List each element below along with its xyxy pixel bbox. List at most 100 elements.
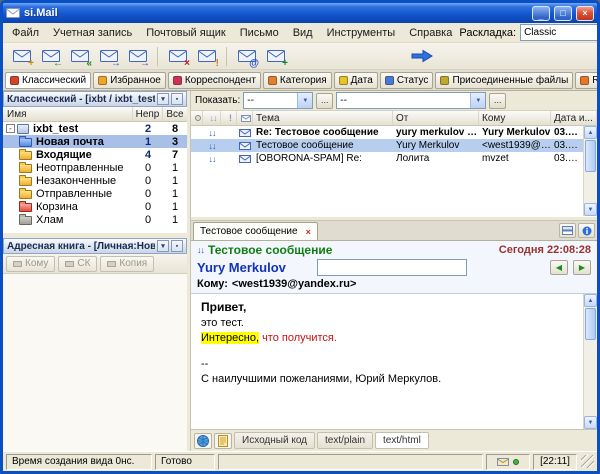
layout-combobox[interactable]: Classic ▼	[520, 24, 597, 41]
column-subject[interactable]: Тема	[253, 111, 393, 125]
preview-subject-row: ↓↓ Тестовое сообщение Сегодня 22:08:28	[197, 243, 591, 257]
filter-combobox-2[interactable]: -- ▼	[336, 92, 487, 109]
column-flag-icon[interactable]: !	[221, 111, 237, 125]
menu-account[interactable]: Учетная запись	[46, 24, 139, 42]
chevron-down-icon[interactable]: ▼	[297, 93, 313, 108]
folder-row-new-mail[interactable]: Новая почта 1 3	[3, 135, 187, 148]
scroll-down-icon[interactable]: ▼	[584, 416, 597, 429]
menu-view[interactable]: Вид	[286, 24, 320, 42]
forward-button[interactable]	[95, 45, 122, 69]
bcc-button[interactable]: СК	[58, 255, 98, 272]
address-book-button[interactable]	[233, 45, 260, 69]
delete-button[interactable]	[164, 45, 191, 69]
preview-scrollbar[interactable]: ▲ ▼	[583, 294, 597, 429]
scroll-up-icon[interactable]: ▲	[584, 126, 597, 139]
resize-grip[interactable]	[581, 455, 594, 468]
list-scrollbar[interactable]: ▲ ▼	[583, 126, 597, 216]
send-go-button[interactable]	[407, 45, 437, 68]
app-window: si.Mail _ □ × Файл Учетная запись Почтов…	[0, 0, 600, 474]
preview-tab[interactable]: Тестовое сообщение ×	[193, 222, 318, 240]
folder-row-junk[interactable]: Хлам 0 1	[3, 213, 187, 226]
folder-row-drafts[interactable]: Незаконченные 0 1	[3, 174, 187, 187]
message-row-selected[interactable]: ↓↓ Тестовое сообщение Yury Merkulov <wes…	[191, 139, 583, 152]
address-book-header[interactable]: Адресная книга - [Личная:Нов... ▾ ▪	[3, 238, 187, 254]
list-filter-row: Показать: -- ▼ ... -- ▼ ...	[191, 91, 597, 111]
menu-file[interactable]: Файл	[5, 24, 46, 42]
filter-combobox-1[interactable]: -- ▼	[243, 92, 314, 109]
split-view-button[interactable]	[559, 223, 576, 238]
tab-category[interactable]: Категория	[262, 71, 332, 89]
scroll-up-icon[interactable]: ▲	[584, 294, 597, 307]
column-from[interactable]: От	[393, 111, 479, 125]
folder-row-inbox[interactable]: Входящие 4 7	[3, 148, 187, 161]
text-view-button[interactable]	[214, 432, 232, 449]
sender-link[interactable]: Yury Merkulov	[197, 260, 286, 275]
folder-name: ixbt_test	[33, 122, 79, 135]
to-button[interactable]: Кому	[6, 255, 56, 272]
header-filter-input[interactable]	[316, 259, 467, 276]
tab-status[interactable]: Статус	[379, 71, 434, 89]
redirect-button[interactable]	[124, 45, 151, 69]
reply-button[interactable]	[37, 45, 64, 69]
panel-pin-icon[interactable]: ▪	[171, 240, 183, 252]
folder-row-sent[interactable]: Отправленные 0 1	[3, 187, 187, 200]
menu-tools[interactable]: Инструменты	[320, 24, 403, 42]
tab-favorites[interactable]: Избранное	[93, 71, 166, 89]
spam-button[interactable]	[193, 45, 220, 69]
new-message-button[interactable]	[8, 45, 35, 69]
menu-message[interactable]: Письмо	[233, 24, 286, 42]
info-icon	[582, 226, 591, 235]
folder-row-unsent[interactable]: Неотправленные 0 1	[3, 161, 187, 174]
column-to[interactable]: Кому	[479, 111, 551, 125]
folder-row-trash[interactable]: Корзина 0 1	[3, 200, 187, 213]
text-plain-tab[interactable]: text/plain	[317, 432, 374, 449]
panel-menu-icon[interactable]: ▾	[157, 240, 169, 252]
send-receive-button[interactable]	[262, 45, 289, 69]
next-message-button[interactable]: ▶	[573, 260, 591, 275]
column-priority-icon[interactable]: ↓↓	[203, 111, 221, 125]
cc-button[interactable]: Копия	[100, 255, 155, 272]
column-name[interactable]: Имя	[3, 107, 133, 121]
tab-classic[interactable]: Классический	[5, 71, 92, 89]
message-info-button[interactable]	[578, 223, 595, 238]
folder-panel-header[interactable]: Классический - [ixbt / ixbt_test] ▾ ▪	[3, 91, 187, 107]
folder-columns-header[interactable]: Имя Непр Все	[3, 107, 187, 122]
title-bar[interactable]: si.Mail _ □ ×	[3, 3, 597, 23]
column-read-icon[interactable]	[191, 111, 203, 125]
column-envelope-icon[interactable]	[237, 111, 253, 125]
folder-row-account[interactable]: - ixbt_test 2 8	[3, 122, 187, 135]
column-date[interactable]: Дата и...	[551, 111, 597, 125]
source-view-tab[interactable]: Исходный код	[234, 432, 315, 449]
tab-date[interactable]: Дата	[333, 71, 378, 89]
text-html-tab[interactable]: text/html	[375, 432, 429, 449]
filter-more-button[interactable]: ...	[489, 92, 507, 109]
message-body-text[interactable]: Привет, это тест. Интересно, что получит…	[191, 294, 583, 429]
column-total[interactable]: Все	[163, 107, 187, 121]
tab-rss[interactable]: RSS	[575, 71, 597, 89]
scroll-down-icon[interactable]: ▼	[584, 203, 597, 216]
minimize-button[interactable]: _	[532, 5, 550, 21]
cc-button-label: Копия	[119, 258, 148, 269]
filter-more-button[interactable]: ...	[316, 92, 334, 109]
prev-message-button[interactable]: ◀	[550, 260, 568, 275]
menu-help[interactable]: Справка	[402, 24, 459, 42]
message-row[interactable]: ↓↓ Re: Тестовое сообщение yury merkulov …	[191, 126, 584, 139]
scroll-thumb[interactable]	[585, 140, 596, 172]
address-book-list[interactable]	[3, 274, 187, 451]
close-button[interactable]: ×	[576, 5, 594, 21]
panel-pin-icon[interactable]: ▪	[171, 93, 183, 105]
message-list-header[interactable]: ↓↓ ! Тема От Кому Дата и...	[191, 111, 597, 126]
message-row[interactable]: ↓↓ [OBORONA-SPAM] Re: Лолита mvzet 03.10…	[191, 152, 584, 165]
reply-all-button[interactable]	[66, 45, 93, 69]
tab-correspondent[interactable]: Корреспондент	[167, 71, 261, 89]
panel-menu-icon[interactable]: ▾	[157, 93, 169, 105]
html-view-button[interactable]	[194, 432, 212, 449]
tab-attachments[interactable]: Присоединенные файлы	[435, 71, 574, 89]
tab-close-icon[interactable]: ×	[306, 227, 311, 237]
column-unread[interactable]: Непр	[133, 107, 163, 121]
menu-mailbox[interactable]: Почтовый ящик	[139, 24, 232, 42]
maximize-button[interactable]: □	[554, 5, 572, 21]
chevron-down-icon[interactable]: ▼	[470, 93, 486, 108]
scroll-thumb[interactable]	[585, 308, 596, 340]
expander-icon[interactable]: -	[6, 124, 15, 133]
